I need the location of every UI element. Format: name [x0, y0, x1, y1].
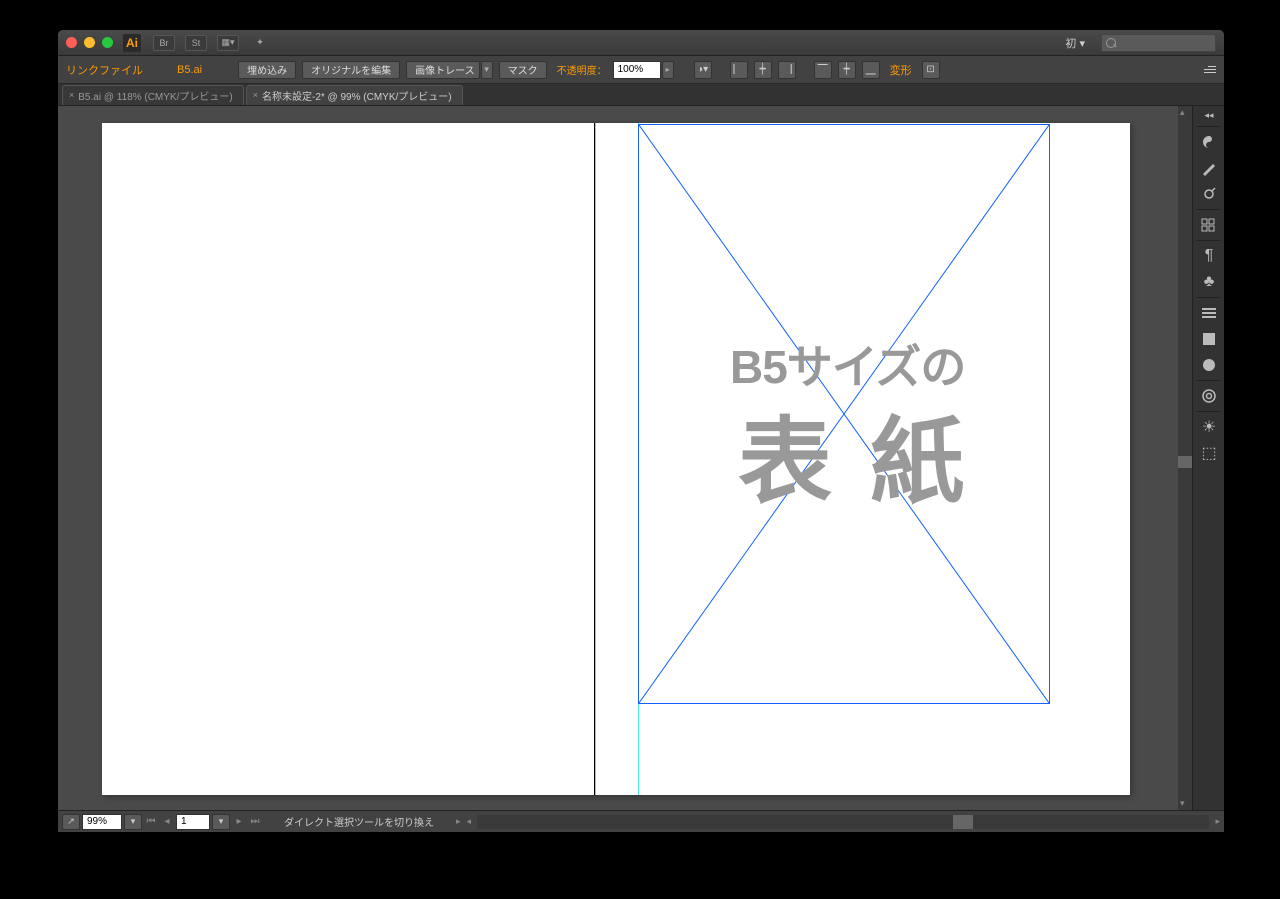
titlebar: Ai Br St ▦▾ ✦ 初 ▾ [58, 30, 1224, 56]
graphic-styles-panel-icon[interactable]: ♣ [1193, 269, 1224, 295]
stroke-panel-icon[interactable]: ¶ [1193, 243, 1224, 269]
appearance-panel-icon[interactable] [1193, 326, 1224, 352]
scroll-down-arrow[interactable]: ▾ [1180, 798, 1185, 809]
tab-b5ai[interactable]: × B5.ai @ 118% (CMYK/プレビュー) [62, 85, 244, 105]
prev-artboard-button[interactable]: ◂ [160, 814, 174, 830]
align-left-button[interactable]: ⎸ [730, 61, 748, 79]
workspace-switcher[interactable]: 初 ▾ [1057, 33, 1093, 53]
zoom-window-button[interactable] [102, 37, 113, 48]
opacity-label: 不透明度： [557, 62, 607, 77]
horizontal-scrollbar[interactable] [477, 815, 1209, 829]
status-menu-arrow[interactable]: ▸ [456, 816, 461, 827]
transform-label[interactable]: 変形 [890, 62, 912, 78]
color-panel-icon[interactable] [1193, 129, 1224, 155]
properties-panel-icon[interactable]: ☀ [1193, 414, 1224, 440]
gpu-preview-button[interactable]: ✦ [249, 35, 271, 51]
scroll-up-arrow[interactable]: ▴ [1180, 107, 1185, 118]
artboard-number-input[interactable]: 1 [176, 814, 210, 830]
isolate-button[interactable]: ⊡ [922, 61, 940, 79]
export-button[interactable]: ↗ [62, 814, 80, 830]
stock-button[interactable]: St [185, 35, 207, 51]
recolor-artwork-button[interactable]: ◑▾ [694, 61, 712, 79]
tab-label: B5.ai @ 118% (CMYK/プレビュー) [78, 88, 232, 103]
vertical-scrollbar[interactable]: ▴ ▾ [1178, 106, 1192, 810]
transparency-panel-icon[interactable] [1193, 352, 1224, 378]
linked-file-name[interactable]: B5.ai [177, 64, 202, 76]
close-tab-icon[interactable]: × [69, 90, 74, 100]
right-panel-dock: ◂◂ ¶ ♣ ☀ ⬚ [1192, 106, 1224, 810]
align-top-button[interactable]: ⎺ [814, 61, 832, 79]
brushes-panel-icon[interactable] [1193, 181, 1224, 207]
close-tab-icon[interactable]: × [253, 90, 258, 100]
arrange-docs-button[interactable]: ▦▾ [217, 35, 239, 51]
artboard-dropdown[interactable]: ▾ [212, 814, 230, 830]
last-artboard-button[interactable]: ⏭ [248, 814, 262, 830]
tool-status-text: ダイレクト選択ツールを切り換え [284, 814, 434, 829]
image-trace-dropdown[interactable]: ▼ [481, 61, 493, 79]
align-center-h-button[interactable]: ┿ [754, 61, 772, 79]
align-right-button[interactable]: ⎹ [778, 61, 796, 79]
app-window: Ai Br St ▦▾ ✦ 初 ▾ リンクファイル B5.ai 埋め込み オリジ… [58, 30, 1224, 832]
horizontal-scroll-thumb[interactable] [953, 815, 973, 829]
control-menu-icon[interactable] [1198, 62, 1216, 78]
document-tabs: × B5.ai @ 118% (CMYK/プレビュー) × 名称未設定-2* @… [58, 84, 1224, 106]
close-window-button[interactable] [66, 37, 77, 48]
link-file-label: リンクファイル [66, 62, 143, 78]
vertical-scroll-thumb[interactable] [1178, 456, 1192, 468]
align-center-v-button[interactable]: ┿ [838, 61, 856, 79]
tab-untitled2[interactable]: × 名称未設定-2* @ 99% (CMYK/プレビュー) [246, 85, 463, 105]
embed-button[interactable]: 埋め込み [238, 61, 296, 79]
libraries-panel-icon[interactable] [1193, 383, 1224, 409]
edit-original-button[interactable]: オリジナルを編集 [302, 61, 400, 79]
tab-label: 名称未設定-2* @ 99% (CMYK/プレビュー) [262, 88, 452, 103]
status-bar: ↗ 99% ▾ ⏮ ◂ 1 ▾ ▸ ⏭ ダイレクト選択ツールを切り換え ▸ ◂ … [58, 810, 1224, 832]
scroll-right-arrow[interactable]: ▸ [1215, 816, 1220, 827]
search-field[interactable] [1101, 34, 1216, 52]
cover-text-line2: 表 紙 [738, 386, 970, 522]
layers-panel-icon[interactable] [1193, 300, 1224, 326]
scroll-left-arrow[interactable]: ◂ [467, 816, 472, 827]
app-icon: Ai [123, 34, 141, 52]
align-bottom-button[interactable]: ⎽ [862, 61, 880, 79]
guide-vertical[interactable] [595, 123, 596, 795]
first-artboard-button[interactable]: ⏮ [144, 814, 158, 830]
bridge-button[interactable]: Br [153, 35, 175, 51]
swatches-panel-icon[interactable] [1193, 155, 1224, 181]
symbols-panel-icon[interactable] [1193, 212, 1224, 238]
asset-export-panel-icon[interactable]: ⬚ [1193, 440, 1224, 466]
next-artboard-button[interactable]: ▸ [232, 814, 246, 830]
expand-panels-icon[interactable]: ◂◂ [1193, 106, 1224, 124]
traffic-lights [66, 37, 113, 48]
opacity-input[interactable]: 100% [613, 61, 661, 79]
control-bar: リンクファイル B5.ai 埋め込み オリジナルを編集 画像トレース ▼ マスク… [58, 56, 1224, 84]
zoom-dropdown[interactable]: ▾ [124, 814, 142, 830]
image-trace-button[interactable]: 画像トレース [406, 61, 480, 79]
zoom-input[interactable]: 99% [82, 814, 122, 830]
opacity-dropdown[interactable]: ▸ [662, 61, 674, 79]
minimize-window-button[interactable] [84, 37, 95, 48]
canvas-area[interactable]: B5サイズの 表 紙 ▴ ▾ ◂◂ ¶ ♣ ☀ ⬚ [58, 106, 1224, 810]
mask-button[interactable]: マスク [499, 61, 547, 79]
